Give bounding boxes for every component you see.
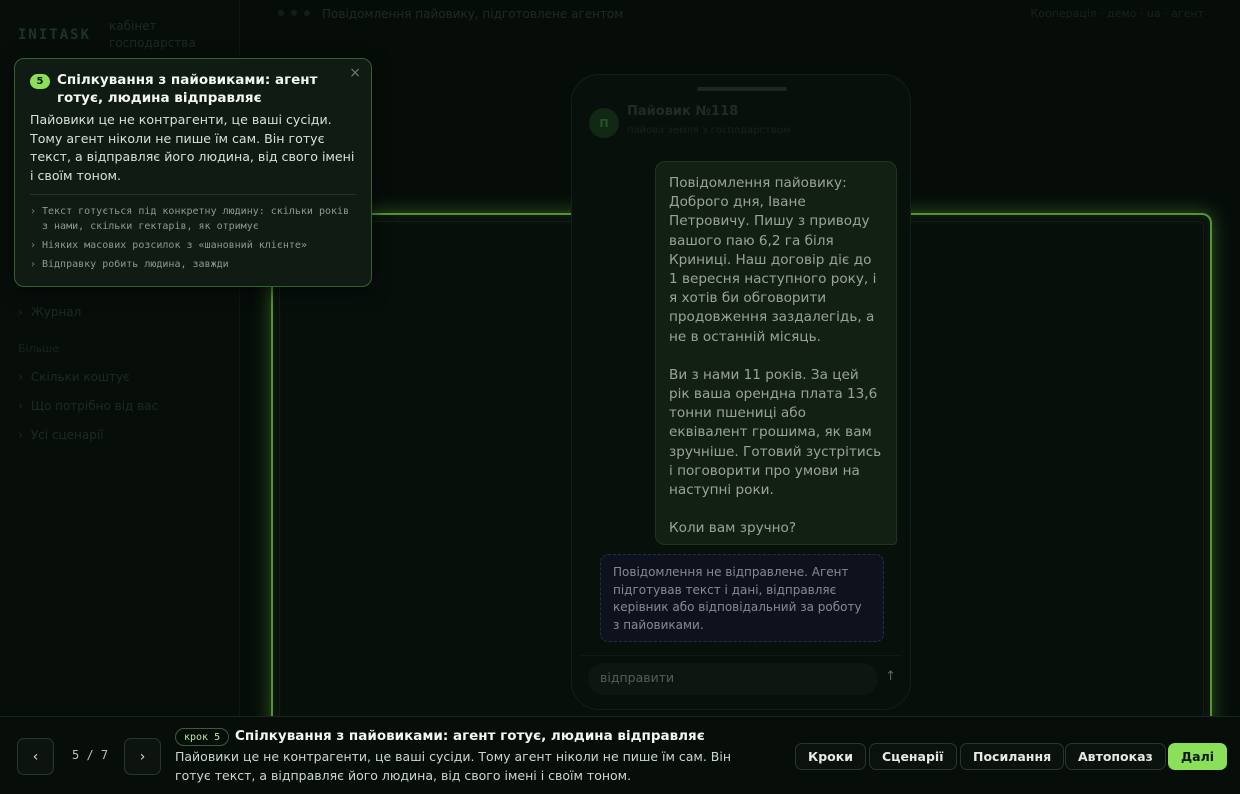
message-paragraph: Повідомлення пайовику: Доброго дня, Іван… — [669, 175, 877, 345]
tooltip-title: Спілкування з пайовиками: агент готує, л… — [57, 72, 318, 106]
brand: INITASK кабінет господарства — [18, 18, 209, 52]
list-item: Ніяких масових розсилок з «шановний кліє… — [30, 238, 360, 253]
sidebar-section-title: Більше — [18, 342, 59, 355]
next-step-button[interactable]: › — [124, 738, 161, 775]
breadcrumb: Повідомлення пайовику, підготовлене аген… — [322, 7, 624, 21]
window-dots-icon — [278, 10, 310, 16]
message-bubble: Повідомлення пайовику: Доброго дня, Іван… — [655, 161, 897, 545]
chevron-right-icon: › — [18, 370, 23, 384]
send-icon[interactable]: ↑ — [885, 669, 896, 684]
sidebar-item-label: Що потрібно від вас — [30, 399, 159, 413]
topbar: Повідомлення пайовику, підготовлене аген… — [240, 0, 1240, 30]
brand-subtitle: кабінет господарства — [109, 19, 196, 50]
avatar: П — [589, 108, 619, 138]
sidebar-item-requirements[interactable]: › Що потрібно від вас — [18, 399, 158, 413]
step-counter: 5 / 7 — [72, 748, 109, 762]
autoplay-button[interactable]: Автопоказ — [1065, 743, 1166, 770]
message-paragraph: Ви з нами 11 років. За цей рік ваша орен… — [669, 366, 882, 499]
tooltip-points: Текст готується під конкретну людину: ск… — [30, 204, 360, 276]
steps-button[interactable]: Кроки — [795, 743, 866, 770]
topbar-status: Кооперація · демо · ua · агент — [1030, 7, 1204, 20]
sidebar-item-pricing[interactable]: › Скільки коштує — [18, 370, 130, 384]
divider — [580, 655, 902, 656]
list-item: Текст готується під конкретну людину: ск… — [30, 204, 360, 234]
sidebar-item-label: Усі сценарії — [30, 428, 104, 442]
sidebar-item-label: Журнал — [30, 305, 82, 319]
step-badge: крок 5 — [175, 728, 230, 746]
step-description: Пайовики це не контрагенти, це ваші сусі… — [175, 749, 732, 783]
tour-tooltip: 5 Спілкування з пайовиками: агент готує,… — [14, 58, 372, 287]
step-number-badge: 5 — [30, 74, 50, 89]
scenarios-button[interactable]: Сценарії — [869, 743, 957, 770]
phone-notch — [697, 87, 787, 91]
chevron-right-icon: › — [18, 399, 23, 413]
sidebar-item-journal[interactable]: › Журнал — [18, 305, 81, 319]
list-item: Відправку робить людина, завжди — [30, 257, 360, 272]
tooltip-body: Пайовики це не контрагенти, це ваші сусі… — [30, 112, 355, 183]
links-button[interactable]: Посилання — [960, 743, 1065, 770]
chevron-right-icon: › — [18, 305, 23, 319]
chevron-right-icon: › — [18, 428, 23, 442]
message-input[interactable]: відправити — [588, 663, 878, 695]
message-paragraph: Коли вам зручно? — [669, 520, 797, 537]
prev-step-button[interactable]: ‹ — [17, 738, 54, 775]
phone-mockup: П Пайовик №118 пайова земля з господарст… — [571, 74, 911, 710]
sidebar-item-all-scenarios[interactable]: › Усі сценарії — [18, 428, 104, 442]
sidebar-item-label: Скільки коштує — [30, 370, 130, 384]
chat-contact-subtitle: пайова земля з господарством — [627, 125, 791, 136]
divider — [30, 194, 356, 195]
close-icon[interactable]: × — [349, 65, 361, 81]
step-title: Спілкування з пайовиками: агент готує, л… — [235, 728, 705, 744]
next-button[interactable]: Далі — [1168, 743, 1228, 770]
not-sent-notice: Повідомлення не відправлене. Агент підго… — [600, 554, 884, 642]
brand-logo: INITASK — [18, 27, 92, 43]
chat-contact-name: Пайовик №118 — [627, 104, 739, 119]
tour-bar: ‹ 5 / 7 › крок 5 Спілкування з пайовикам… — [0, 716, 1240, 794]
